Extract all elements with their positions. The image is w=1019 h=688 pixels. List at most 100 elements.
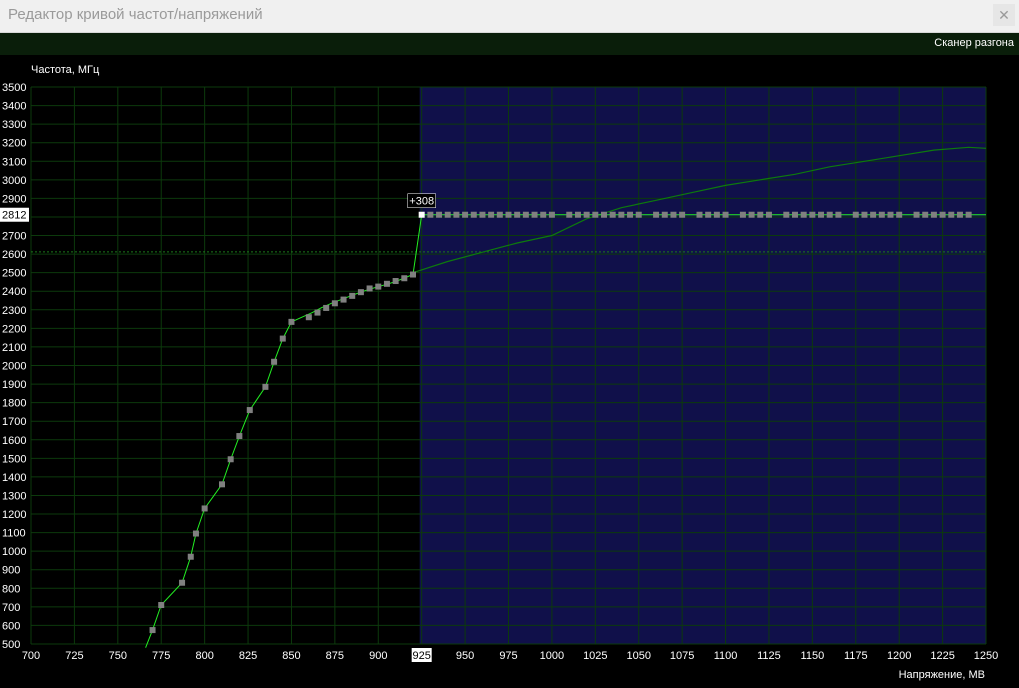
curve-point-marker[interactable] (340, 296, 347, 303)
curve-point-marker[interactable] (948, 211, 955, 218)
curve-point-marker[interactable] (444, 211, 451, 218)
curve-point-marker[interactable] (314, 309, 321, 316)
curve-point-marker[interactable] (392, 278, 399, 285)
curve-point-marker[interactable] (696, 211, 703, 218)
curve-point-marker[interactable] (609, 211, 616, 218)
curve-point-marker[interactable] (809, 211, 816, 218)
curve-point-marker[interactable] (800, 211, 807, 218)
curve-point-marker[interactable] (548, 211, 555, 218)
curve-point-marker[interactable] (792, 211, 798, 218)
curve-point-marker[interactable] (401, 275, 408, 282)
curve-point-marker[interactable] (965, 211, 972, 218)
curve-point-marker[interactable] (878, 211, 885, 218)
curve-point-marker[interactable] (670, 211, 677, 218)
curve-point-marker[interactable] (375, 283, 382, 290)
x-tick-label: 975 (499, 650, 517, 662)
curve-point-marker[interactable] (713, 211, 720, 218)
curve-point-marker[interactable] (149, 627, 156, 634)
curve-point-marker[interactable] (227, 456, 234, 463)
vf-curve-chart[interactable]: 3500340033003200310030002900280027002600… (0, 55, 1019, 688)
x-tick-label: 1075 (670, 650, 694, 662)
curve-point-marker[interactable] (653, 211, 660, 218)
curve-point-marker[interactable] (870, 211, 877, 218)
curve-point-marker[interactable] (913, 211, 920, 218)
y-tick-label: 1800 (2, 398, 26, 410)
curve-point-marker[interactable] (592, 211, 599, 218)
curve-point-marker[interactable] (956, 211, 963, 218)
curve-point-marker[interactable] (679, 211, 686, 218)
curve-point-marker[interactable] (192, 530, 199, 537)
curve-point-marker[interactable] (514, 211, 521, 218)
curve-point-marker[interactable] (436, 211, 443, 218)
curve-point-marker[interactable] (835, 211, 842, 218)
y-axis-title: Частота, МГц (31, 64, 100, 76)
curve-point-marker[interactable] (661, 211, 668, 218)
curve-point-marker[interactable] (826, 211, 833, 218)
curve-point-marker[interactable] (488, 211, 495, 218)
curve-point-marker[interactable] (262, 383, 269, 390)
curve-point-marker[interactable] (748, 211, 755, 218)
curve-point-marker[interactable] (383, 280, 390, 287)
curve-point-marker[interactable] (722, 211, 729, 218)
curve-point-marker[interactable] (236, 433, 243, 440)
y-tick-label: 1400 (2, 472, 26, 484)
curve-point-marker[interactable] (158, 602, 165, 609)
selected-point-marker[interactable] (418, 211, 425, 218)
toolbar: Сканер разгона (0, 33, 1019, 55)
curve-point-marker[interactable] (246, 407, 253, 414)
curve-point-marker[interactable] (427, 211, 434, 218)
curve-point-marker[interactable] (601, 211, 607, 218)
x-tick-label: 800 (195, 650, 213, 662)
curve-point-marker[interactable] (922, 211, 929, 218)
curve-point-marker[interactable] (705, 211, 712, 218)
curve-point-marker[interactable] (861, 211, 868, 218)
curve-point-marker[interactable] (618, 211, 625, 218)
curve-point-marker[interactable] (305, 314, 312, 321)
curve-point-marker[interactable] (540, 211, 547, 218)
curve-point-marker[interactable] (331, 300, 338, 307)
curve-point-marker[interactable] (783, 211, 790, 218)
curve-point-marker[interactable] (410, 271, 416, 278)
curve-point-marker[interactable] (479, 211, 486, 218)
curve-point-marker[interactable] (896, 211, 903, 218)
curve-point-marker[interactable] (219, 481, 225, 488)
curve-point-marker[interactable] (531, 211, 538, 218)
curve-point-marker[interactable] (635, 211, 642, 218)
curve-point-marker[interactable] (453, 211, 460, 218)
scanner-button[interactable]: Сканер разгона (934, 37, 1014, 49)
curve-point-marker[interactable] (349, 292, 356, 299)
curve-point-marker[interactable] (887, 211, 894, 218)
curve-point-marker[interactable] (323, 304, 330, 311)
curve-point-marker[interactable] (939, 211, 946, 218)
curve-point-marker[interactable] (187, 553, 194, 560)
curve-point-marker[interactable] (201, 505, 208, 512)
curve-point-marker[interactable] (739, 211, 746, 218)
curve-point-marker[interactable] (627, 211, 634, 218)
curve-point-marker[interactable] (357, 289, 364, 296)
y-tick-label: 1600 (2, 435, 26, 447)
x-tick-label: 850 (282, 650, 300, 662)
offset-label: +308 (409, 196, 434, 208)
curve-point-marker[interactable] (930, 211, 937, 218)
curve-point-marker[interactable] (279, 335, 286, 342)
y-tick-label: 2400 (2, 286, 26, 298)
curve-point-marker[interactable] (574, 211, 581, 218)
curve-point-marker[interactable] (852, 211, 859, 218)
curve-point-marker[interactable] (496, 211, 503, 218)
curve-point-marker[interactable] (522, 211, 529, 218)
curve-point-marker[interactable] (583, 211, 590, 218)
curve-point-marker[interactable] (366, 285, 373, 292)
curve-point-marker[interactable] (271, 358, 278, 365)
curve-point-marker[interactable] (179, 579, 186, 586)
y-tick-label: 2900 (2, 193, 26, 205)
curve-point-marker[interactable] (765, 211, 772, 218)
curve-point-marker[interactable] (505, 211, 512, 218)
curve-point-marker[interactable] (462, 211, 469, 218)
close-icon[interactable]: ✕ (993, 4, 1015, 26)
chart-canvas[interactable]: 3500340033003200310030002900280027002600… (0, 55, 1019, 688)
curve-point-marker[interactable] (470, 211, 477, 218)
curve-point-marker[interactable] (566, 211, 573, 218)
curve-point-marker[interactable] (757, 211, 764, 218)
curve-point-marker[interactable] (818, 211, 825, 218)
curve-point-marker[interactable] (288, 318, 295, 325)
